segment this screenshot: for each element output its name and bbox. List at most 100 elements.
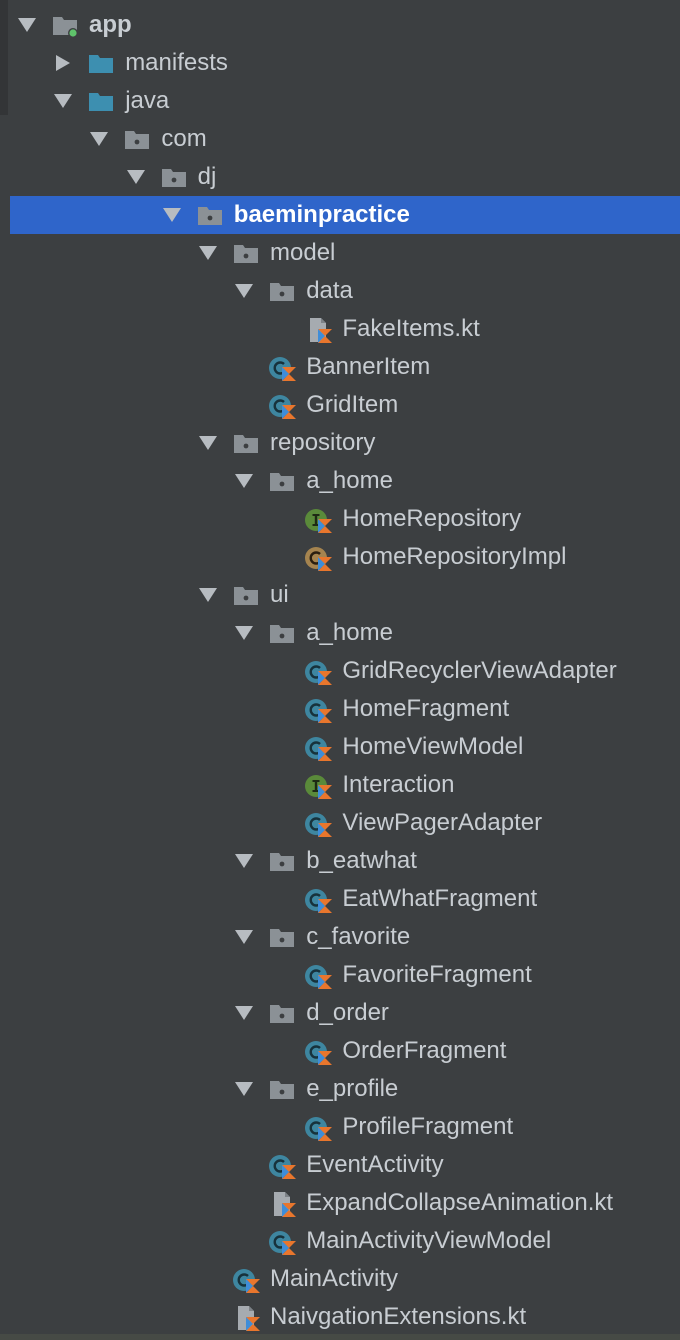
kotlin-class-icon <box>268 355 297 381</box>
kotlin-interface-icon <box>304 773 333 799</box>
tree-item-label: c_favorite <box>306 923 411 950</box>
tree-file-orderfragment[interactable]: OrderFragment <box>0 1032 680 1070</box>
tree-file-eventactivity[interactable]: EventActivity <box>0 1146 680 1184</box>
package-icon <box>268 849 296 875</box>
tree-item-label: java <box>125 87 170 114</box>
tree-file-homeviewmodel[interactable]: HomeViewModel <box>0 728 680 766</box>
kotlin-class-icon <box>304 659 333 685</box>
tree-folder-dj[interactable]: dj <box>0 158 680 196</box>
tree-folder-data[interactable]: data <box>0 272 680 310</box>
tree-folder-a-home[interactable]: a_home <box>0 614 680 652</box>
tree-folder-app[interactable]: app <box>0 6 680 44</box>
tree-file-homerepositoryimpl[interactable]: HomeRepositoryImpl <box>0 538 680 576</box>
tree-file-gridrecyclerviewadapter[interactable]: GridRecyclerViewAdapter <box>0 652 680 690</box>
tree-file-naivgationextensions-kt[interactable]: NaivgationExtensions.kt <box>0 1298 680 1336</box>
expand-arrow-icon[interactable] <box>198 435 218 451</box>
tree-item-label: EatWhatFragment <box>342 885 538 912</box>
expand-arrow-icon[interactable] <box>198 587 218 603</box>
kotlin-class-icon <box>268 393 297 419</box>
package-icon <box>268 925 296 951</box>
tree-item-label: ProfileFragment <box>342 1113 514 1140</box>
tree-item-label: HomeRepositoryImpl <box>342 543 567 570</box>
module-folder-icon <box>51 13 79 39</box>
kotlin-interface-icon <box>304 507 333 533</box>
project-tree: app manifests java com dj baeminpractice model… <box>0 0 680 1340</box>
tree-folder-e-profile[interactable]: e_profile <box>0 1070 680 1108</box>
tree-file-griditem[interactable]: GridItem <box>0 386 680 424</box>
tree-folder-java[interactable]: java <box>0 82 680 120</box>
tree-item-label: manifests <box>125 49 228 76</box>
package-icon <box>232 241 260 267</box>
tree-item-label: a_home <box>306 467 393 494</box>
tree-item-label: ui <box>270 581 289 608</box>
kotlin-class-icon <box>268 1229 297 1255</box>
tree-file-eatwhatfragment[interactable]: EatWhatFragment <box>0 880 680 918</box>
expand-arrow-icon[interactable] <box>162 207 182 223</box>
tree-folder-d-order[interactable]: d_order <box>0 994 680 1032</box>
tree-file-mainactivityviewmodel[interactable]: MainActivityViewModel <box>0 1222 680 1260</box>
tree-item-label: HomeFragment <box>342 695 510 722</box>
expand-arrow-icon[interactable] <box>234 929 254 945</box>
tree-folder-baeminpractice[interactable]: baeminpractice <box>10 196 680 234</box>
package-icon <box>268 279 296 305</box>
tree-item-label: EventActivity <box>306 1151 444 1178</box>
tree-item-label: repository <box>270 429 376 456</box>
expand-arrow-icon[interactable] <box>126 169 146 185</box>
package-icon <box>123 127 151 153</box>
tree-file-viewpageradapter[interactable]: ViewPagerAdapter <box>0 804 680 842</box>
expand-arrow-icon[interactable] <box>234 625 254 641</box>
collapse-arrow-icon[interactable] <box>53 55 73 71</box>
tree-folder-manifests[interactable]: manifests <box>0 44 680 82</box>
tree-item-label: FavoriteFragment <box>342 961 532 988</box>
package-icon <box>268 621 296 647</box>
kotlin-class-icon <box>304 1039 333 1065</box>
package-icon <box>268 469 296 495</box>
tree-file-homerepository[interactable]: HomeRepository <box>0 500 680 538</box>
kotlin-class-icon <box>304 1115 333 1141</box>
tree-folder-ui[interactable]: ui <box>0 576 680 614</box>
expand-arrow-icon[interactable] <box>17 17 37 33</box>
kotlin-class-icon <box>304 697 333 723</box>
tree-file-interaction[interactable]: Interaction <box>0 766 680 804</box>
tree-folder-com[interactable]: com <box>0 120 680 158</box>
package-icon <box>196 203 224 229</box>
tree-item-label: baeminpractice <box>233 201 410 228</box>
expand-arrow-icon[interactable] <box>234 1081 254 1097</box>
tree-file-profilefragment[interactable]: ProfileFragment <box>0 1108 680 1146</box>
source-folder-icon <box>87 89 115 115</box>
tree-item-label: e_profile <box>306 1075 399 1102</box>
tree-file-fakeitems-kt[interactable]: FakeItems.kt <box>0 310 680 348</box>
tree-folder-b-eatwhat[interactable]: b_eatwhat <box>0 842 680 880</box>
tree-item-label: FakeItems.kt <box>342 315 480 342</box>
expand-arrow-icon[interactable] <box>234 283 254 299</box>
tree-folder-repository[interactable]: repository <box>0 424 680 462</box>
tree-file-mainactivity[interactable]: MainActivity <box>0 1260 680 1298</box>
tree-file-expandcollapseanimation-kt[interactable]: ExpandCollapseAnimation.kt <box>0 1184 680 1222</box>
package-icon <box>160 165 188 191</box>
expand-arrow-icon[interactable] <box>198 245 218 261</box>
expand-arrow-icon[interactable] <box>234 853 254 869</box>
package-icon <box>232 583 260 609</box>
expand-arrow-icon[interactable] <box>89 131 109 147</box>
kotlin-file-icon <box>304 317 333 343</box>
tree-file-favoritefragment[interactable]: FavoriteFragment <box>0 956 680 994</box>
tree-item-label: GridRecyclerViewAdapter <box>342 657 617 684</box>
tree-folder-model[interactable]: model <box>0 234 680 272</box>
expand-arrow-icon[interactable] <box>53 93 73 109</box>
tree-item-label: HomeViewModel <box>342 733 524 760</box>
tree-item-label: app <box>89 11 132 38</box>
expand-arrow-icon[interactable] <box>234 1005 254 1021</box>
tree-folder-c-favorite[interactable]: c_favorite <box>0 918 680 956</box>
tree-item-label: OrderFragment <box>342 1037 507 1064</box>
kotlin-file-icon <box>232 1305 260 1331</box>
tree-file-homefragment[interactable]: HomeFragment <box>0 690 680 728</box>
expand-arrow-icon[interactable] <box>234 473 254 489</box>
kotlin-class-icon <box>304 811 333 837</box>
package-icon <box>232 431 260 457</box>
tree-item-label: GridItem <box>306 391 399 418</box>
tree-file-banneritem[interactable]: BannerItem <box>0 348 680 386</box>
kotlin-class-icon <box>304 887 333 913</box>
kotlin-class-icon <box>232 1267 260 1293</box>
tree-folder-a-home[interactable]: a_home <box>0 462 680 500</box>
kotlin-class-impl-icon <box>304 545 333 571</box>
